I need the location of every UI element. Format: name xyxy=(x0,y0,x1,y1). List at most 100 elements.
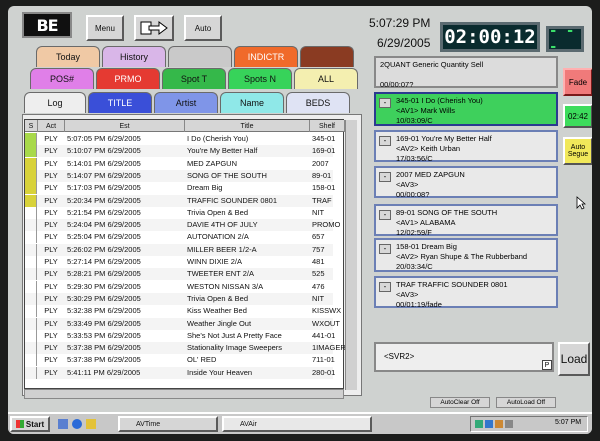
row-status xyxy=(25,280,37,293)
queue-item[interactable]: -89-01 SONG OF THE SOUTH <AV1> ALABAMA 1… xyxy=(374,204,558,237)
queue-item-toggle-icon[interactable]: - xyxy=(379,282,391,292)
row-title: Trivia Open & Bed xyxy=(187,293,248,303)
table-row[interactable]: PLY 5:25:04 PM 6/29/2005 AUTONATION 2/A 657 xyxy=(25,231,333,244)
table-row[interactable]: PLY 5:30:29 PM 6/29/2005 Trivia Open & Bed… xyxy=(25,292,333,306)
row-shelf: 2007 xyxy=(312,158,329,168)
auto-button[interactable]: Auto xyxy=(184,15,222,41)
table-row[interactable]: PLY 5:28:21 PM 6/29/2005 TWEETER ENT 2/A 52… xyxy=(25,268,333,281)
tab-blank-4[interactable] xyxy=(300,46,354,67)
tab-today[interactable]: Today xyxy=(36,46,100,67)
row-status xyxy=(25,342,37,355)
table-row[interactable]: PLY 5:37:38 PM 6/29/2005 OL' RED 711-01 xyxy=(25,354,335,367)
queue-item[interactable]: 2QUANT Generic Quantity Sell 00/00:07? xyxy=(374,56,558,89)
row-status xyxy=(25,182,37,195)
table-row[interactable]: PLY 5:33:53 PM 6/29/2005 She's Not Just A … xyxy=(25,329,335,342)
tab-all[interactable]: ALL xyxy=(294,68,358,89)
col-header-title[interactable]: Title xyxy=(185,120,310,132)
table-row[interactable]: PLY 5:24:04 PM 6/29/2005 DAVIE 4TH OF JULY… xyxy=(25,219,340,232)
tab-spot-t[interactable]: Spot T xyxy=(162,68,226,89)
load-button[interactable]: Load xyxy=(558,342,590,376)
queue-item-toggle-icon[interactable]: - xyxy=(379,244,391,254)
tray-icon-1[interactable] xyxy=(475,420,483,428)
menu-button[interactable]: Menu xyxy=(86,15,124,41)
queue-item-text: 89-01 SONG OF THE SOUTH <AV1> ALABAMA 12… xyxy=(396,208,498,237)
table-row[interactable]: PLY 5:21:54 PM 6/29/2005 Trivia Open & Bed… xyxy=(25,206,333,219)
table-row[interactable]: PLY 5:20:34 PM 6/29/2005 TRAFFIC SOUNDER 0… xyxy=(25,194,333,207)
table-row[interactable]: PLY 5:41:11 PM 6/29/2005 Inside Your Heave… xyxy=(25,366,335,379)
row-status xyxy=(25,219,37,232)
col-header-s[interactable]: S xyxy=(25,120,38,132)
tab-name[interactable]: Name xyxy=(220,92,284,113)
queue-item-toggle-icon[interactable]: - xyxy=(379,172,391,182)
row-shelf: 525 xyxy=(312,269,325,279)
tab-pos-[interactable]: POS# xyxy=(30,68,94,89)
tray-icon-3[interactable] xyxy=(495,420,503,428)
tab-log[interactable]: Log xyxy=(24,92,86,113)
fade-button[interactable]: Fade xyxy=(563,68,592,96)
table-row[interactable]: PLY 5:33:49 PM 6/29/2005 Weather Jingle Ou… xyxy=(25,317,340,330)
tray-icon-2[interactable] xyxy=(485,420,493,428)
tab-prmo[interactable]: PRMO xyxy=(96,68,160,89)
row-shelf: 441-01 xyxy=(312,330,336,340)
row-action: PLY xyxy=(44,355,58,365)
col-header-shelf[interactable]: Shelf xyxy=(310,120,345,132)
queue-item-toggle-icon[interactable]: - xyxy=(379,136,391,146)
desktop-icon[interactable] xyxy=(58,419,68,429)
tab-spots-n[interactable]: Spots N xyxy=(228,68,292,89)
tab-beds[interactable]: BEDS xyxy=(286,92,350,113)
grid-hscrollbar[interactable] xyxy=(24,389,344,399)
row-status xyxy=(25,157,37,170)
row-shelf: 711-01 xyxy=(312,355,335,365)
table-row[interactable]: PLY 5:10:07 PM 6/29/2005 You're My Better … xyxy=(25,145,335,158)
autoclear-status[interactable]: AutoClear Off xyxy=(430,397,490,408)
row-est-time: 5:07:05 PM 6/29/2005 xyxy=(67,134,141,143)
table-row[interactable]: PLY 5:07:05 PM 6/29/2005 I Do (Cherish You… xyxy=(25,133,335,146)
col-header-act[interactable]: Act xyxy=(38,120,65,132)
queue-item-toggle-icon[interactable]: - xyxy=(379,210,391,220)
speaker-icon[interactable] xyxy=(505,420,513,428)
export-button[interactable] xyxy=(134,15,174,41)
task-avtime[interactable]: AVTime xyxy=(118,416,218,432)
table-row[interactable]: PLY 5:26:02 PM 6/29/2005 MILLER BEER 1/2-A… xyxy=(25,243,333,256)
queue-item-text: 345-01 I Do (Cherish You) <AV1> Mark Wil… xyxy=(396,96,483,125)
browser-icon[interactable] xyxy=(72,419,82,429)
tab-title[interactable]: TITLE xyxy=(88,92,152,113)
current-date: 6/29/2005 xyxy=(377,36,431,50)
start-label: Start xyxy=(25,419,45,429)
queue-item[interactable]: -2007 MED ZAPGUN <AV3> 00/00:08? xyxy=(374,166,558,199)
task-avair[interactable]: AVAir xyxy=(222,416,372,432)
autoload-status[interactable]: AutoLoad Off xyxy=(496,397,556,408)
queue-item[interactable]: - TRAF TRAFFIC SOUNDER 0801 <AV3> 00/01:1… xyxy=(374,276,558,309)
svr-p-button[interactable]: P xyxy=(542,360,552,370)
folder-icon[interactable] xyxy=(86,419,96,429)
queue-item-toggle-icon[interactable]: - xyxy=(379,98,391,108)
table-row[interactable]: PLY 5:17:03 PM 6/29/2005 Dream Big 158-01 xyxy=(25,182,335,195)
row-action: PLY xyxy=(44,170,58,180)
row-title: Kiss Weather Bed xyxy=(187,306,247,316)
table-row[interactable]: PLY 5:27:14 PM 6/29/2005 WINN DIXIE 2/A 481 xyxy=(25,256,333,269)
tab-indictr[interactable]: INDICTR xyxy=(234,46,298,67)
row-action: PLY xyxy=(44,281,58,291)
tab-artist[interactable]: Artist xyxy=(154,92,218,113)
row-title: TRAFFIC SOUNDER 0801 xyxy=(187,195,278,205)
auto-segue-button[interactable]: Auto Segue xyxy=(563,137,592,165)
table-row[interactable]: PLY 5:29:30 PM 6/29/2005 WESTON NISSAN 3/A… xyxy=(25,280,333,293)
queue-item[interactable]: -345-01 I Do (Cherish You) <AV1> Mark Wi… xyxy=(374,92,558,126)
queue-item[interactable]: -158-01 Dream Big <AV2> Ryan Shupe & The… xyxy=(374,238,558,272)
row-status xyxy=(25,231,37,244)
table-row[interactable]: PLY 5:32:38 PM 6/29/2005 Kiss Weather Bed K… xyxy=(25,305,341,318)
table-row[interactable]: PLY 5:14:07 PM 6/29/2005 SONG OF THE SOUTH… xyxy=(25,169,333,183)
row-title: Inside Your Heaven xyxy=(187,367,253,377)
row-action: PLY xyxy=(44,146,58,156)
table-row[interactable]: PLY 5:14:01 PM 6/29/2005 MED ZAPGUN 2007 xyxy=(25,157,333,170)
grid-scrollbar[interactable] xyxy=(345,120,357,390)
windows-logo-icon xyxy=(15,420,24,428)
col-header-est[interactable]: Est xyxy=(65,120,185,132)
tab-blank-2[interactable] xyxy=(168,46,232,67)
queue-item[interactable]: -169-01 You're My Better Half <AV2> Keit… xyxy=(374,130,558,163)
start-button[interactable]: Start xyxy=(10,416,50,432)
current-time: 5:07:29 PM xyxy=(369,16,431,30)
table-row[interactable]: PLY 5:37:38 PM 6/29/2005 Stationality Imag… xyxy=(25,342,346,355)
row-est-time: 5:20:34 PM 6/29/2005 xyxy=(67,195,141,205)
tab-history[interactable]: History xyxy=(102,46,166,67)
